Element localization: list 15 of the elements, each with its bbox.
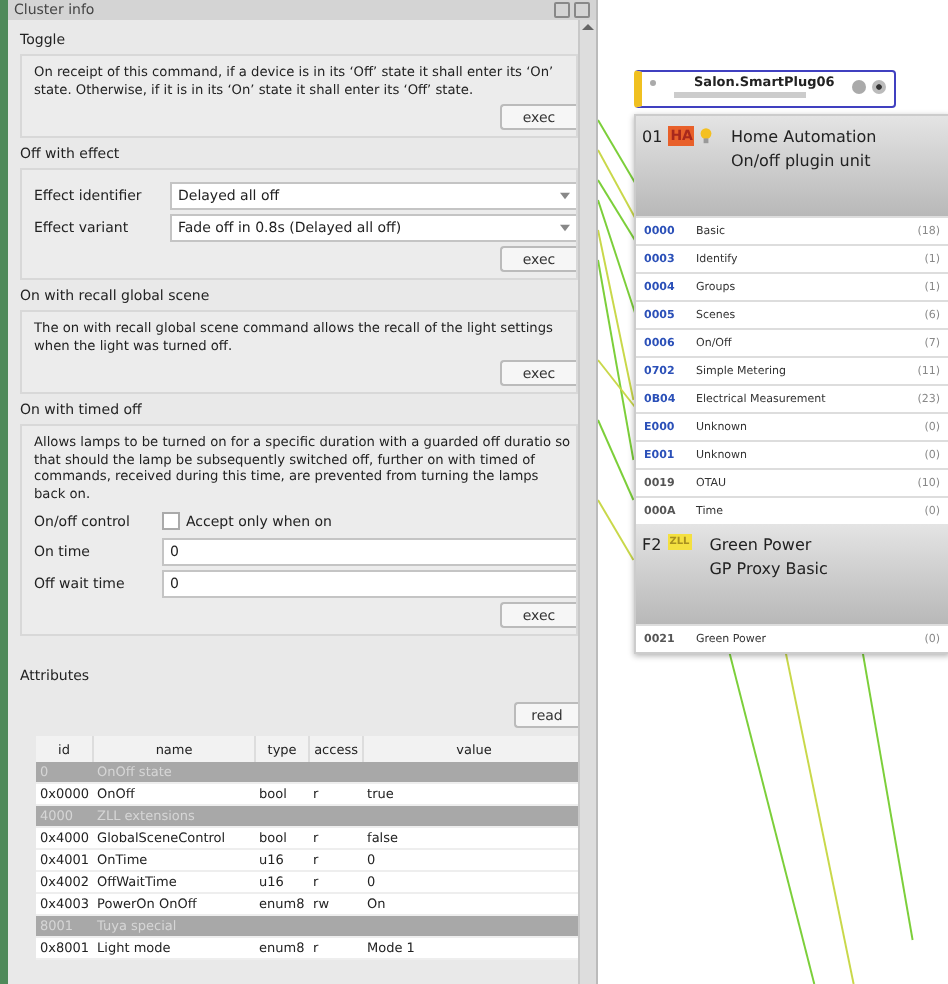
circle-icon[interactable] [852, 80, 866, 94]
status-dot-icon [650, 80, 656, 86]
radio-icon[interactable] [872, 80, 886, 94]
endpoint-title: Green Power [709, 534, 814, 558]
scrollbar[interactable] [578, 20, 596, 984]
endpoint-subtitle: GP Proxy Basic [709, 558, 828, 582]
bulb-icon [700, 126, 713, 146]
caret-icon [560, 224, 570, 232]
float-icon[interactable] [554, 2, 570, 18]
caret-icon [560, 192, 570, 200]
endpoint-number: 01 [642, 128, 663, 146]
checkbox[interactable] [162, 512, 180, 530]
endpoint-title: Home Automation [730, 126, 877, 150]
endpoint-number: F2 [642, 536, 662, 554]
endpoint-subtitle: On/off plugin unit [730, 150, 873, 174]
